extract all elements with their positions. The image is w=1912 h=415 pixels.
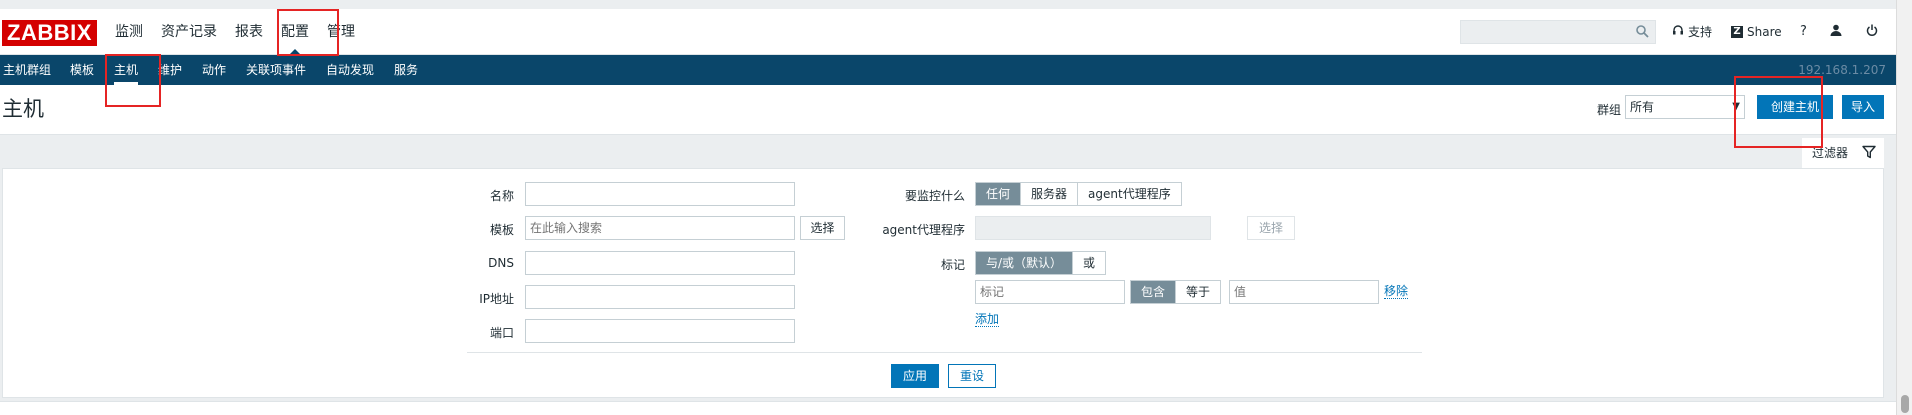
zabbix-hosts-page: ZABBIX 监测 资产记录 报表 配置 管理 支持 Z Share ? 主机群… xyxy=(0,0,1912,415)
tags-mode-toggle: 与/或（默认） 或 xyxy=(975,251,1107,275)
sub-menu-services[interactable]: 服务 xyxy=(394,55,418,85)
sub-menu-event-correlation[interactable]: 关联项事件 xyxy=(246,55,306,85)
group-label: 群组 xyxy=(1597,103,1622,117)
highlight-configuration xyxy=(277,9,339,56)
dns-label: DNS xyxy=(488,256,514,270)
dns-field[interactable] xyxy=(525,251,795,275)
monitored-by-label: 要监控什么 xyxy=(904,189,965,203)
proxy-label: agent代理程序 xyxy=(882,223,965,237)
main-menu-monitoring[interactable]: 监测 xyxy=(106,9,152,55)
page-title: 主机 xyxy=(2,97,44,121)
sub-menu-actions[interactable]: 动作 xyxy=(202,55,226,85)
reset-button[interactable]: 重设 xyxy=(948,364,996,388)
remove-tag-link[interactable]: 移除 xyxy=(1384,284,1409,299)
tag-operator-equals[interactable]: 等于 xyxy=(1176,281,1221,303)
headset-icon xyxy=(1672,9,1684,55)
monitored-by-any[interactable]: 任何 xyxy=(976,183,1022,205)
sub-menu-maintenance[interactable]: 维护 xyxy=(158,55,182,85)
sign-out-button[interactable] xyxy=(1866,9,1878,55)
global-search xyxy=(1460,20,1656,44)
ip-field[interactable] xyxy=(525,285,795,309)
port-label: 端口 xyxy=(489,326,514,340)
group-select-value: 所有 xyxy=(1630,100,1655,114)
support-link[interactable]: 支持 xyxy=(1672,9,1712,55)
group-select[interactable]: 所有 ▼ xyxy=(1625,95,1745,119)
help-icon: ? xyxy=(1800,24,1807,39)
template-select-button[interactable]: 选择 xyxy=(800,216,845,240)
tag-operator-toggle: 包含 等于 xyxy=(1130,280,1222,304)
user-icon xyxy=(1830,9,1842,55)
page-header: 主机 群组 所有 ▼ 创建主机 导入 xyxy=(0,85,1896,135)
share-label: Share xyxy=(1747,25,1782,39)
template-label: 模板 xyxy=(489,223,514,237)
tags-mode-or[interactable]: 或 xyxy=(1073,252,1106,274)
filter-icon xyxy=(1862,140,1876,170)
host-list-area xyxy=(0,401,1896,415)
add-tag-link[interactable]: 添加 xyxy=(975,312,1000,327)
proxy-select-button: 选择 xyxy=(1247,216,1295,240)
main-menu-reports[interactable]: 报表 xyxy=(226,9,272,55)
tag-operator-contains[interactable]: 包含 xyxy=(1131,281,1177,303)
tags-label: 标记 xyxy=(940,258,965,272)
import-button[interactable]: 导入 xyxy=(1842,95,1884,119)
ip-label: IP地址 xyxy=(479,292,514,306)
sub-menu: 主机群组 模板 主机 维护 动作 关联项事件 自动发现 服务 192.168.1… xyxy=(0,55,1896,85)
help-button[interactable]: ? xyxy=(1800,9,1807,55)
main-menu-inventory[interactable]: 资产记录 xyxy=(152,9,226,55)
profile-button[interactable] xyxy=(1830,9,1842,55)
tags-mode-and-or[interactable]: 与/或（默认） xyxy=(976,252,1074,274)
monitored-by-toggle: 任何 服务器 agent代理程序 xyxy=(975,182,1182,206)
template-search-input[interactable] xyxy=(525,216,795,240)
sub-menu-host-groups[interactable]: 主机群组 xyxy=(3,55,51,85)
highlight-create-host xyxy=(1734,76,1823,148)
port-field[interactable] xyxy=(525,319,795,343)
apply-button[interactable]: 应用 xyxy=(891,364,939,388)
zabbix-logo[interactable]: ZABBIX xyxy=(2,20,97,46)
proxy-field xyxy=(975,216,1211,240)
name-field[interactable] xyxy=(525,182,795,206)
tag-name-field[interactable] xyxy=(975,280,1125,304)
share-link[interactable]: Z Share xyxy=(1731,9,1782,55)
monitored-by-proxy[interactable]: agent代理程序 xyxy=(1078,183,1181,205)
share-logo-icon: Z xyxy=(1731,26,1743,38)
support-label: 支持 xyxy=(1688,25,1713,39)
search-input[interactable] xyxy=(1461,21,1655,43)
sub-menu-templates[interactable]: 模板 xyxy=(70,55,94,85)
sub-menu-discovery[interactable]: 自动发现 xyxy=(326,55,374,85)
page-scrollbar[interactable] xyxy=(1896,0,1912,415)
name-label: 名称 xyxy=(489,189,514,203)
scrollbar-thumb[interactable] xyxy=(1901,395,1909,413)
filter-tab-label: 过滤器 xyxy=(1812,146,1849,160)
filter-divider xyxy=(467,352,1422,353)
search-icon[interactable] xyxy=(1636,25,1649,41)
tag-value-field[interactable] xyxy=(1229,280,1379,304)
power-icon xyxy=(1866,9,1878,55)
monitored-by-server[interactable]: 服务器 xyxy=(1021,183,1079,205)
highlight-hosts-tab xyxy=(105,54,161,107)
